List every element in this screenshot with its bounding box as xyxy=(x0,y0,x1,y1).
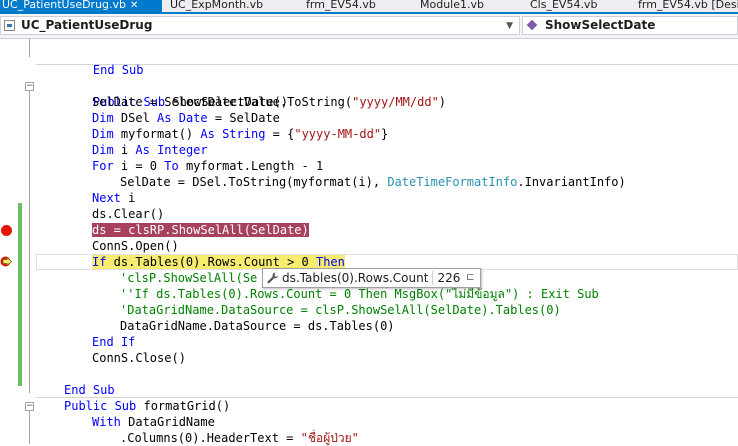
code-line: DataGridName.DataSource = ds.Tables(0) xyxy=(120,319,395,333)
code-line: End If xyxy=(92,335,136,349)
wrench-icon xyxy=(267,272,279,284)
code-line: Next i xyxy=(92,191,136,205)
navigation-bar: UC_PatientUseDrug ▼ ShowSelectDate xyxy=(0,14,738,39)
code-line: End Sub xyxy=(36,46,144,77)
code-line: With DataGridName xyxy=(92,415,215,429)
current-statement-arrow-icon[interactable] xyxy=(0,256,13,267)
collapse-icon[interactable]: − xyxy=(25,402,34,411)
datatip-value[interactable]: 226 xyxy=(432,271,463,285)
breakpoint-icon[interactable] xyxy=(1,225,12,236)
tab-frm-ev54[interactable]: frm_EV54.vb xyxy=(304,0,406,12)
collapse-icon[interactable]: − xyxy=(25,82,34,91)
code-line: Public Sub formatGrid() xyxy=(64,399,231,413)
tab-label: UC_ExpMonth.vb xyxy=(170,0,264,11)
outline-line xyxy=(29,411,30,444)
tab-label: UC_PatientUseDrug.vb xyxy=(2,0,127,11)
chevron-down-icon: ▼ xyxy=(506,21,513,31)
tab-label: frm_EV54.vb [Desig xyxy=(638,0,738,11)
code-line: End Sub xyxy=(64,383,115,397)
tab-label: frm_EV54.vb xyxy=(306,0,376,11)
code-line: For i = 0 To myformat.Length - 1 xyxy=(92,159,324,173)
close-icon[interactable]: ✕ xyxy=(130,0,138,11)
tab-frm-ev54-design[interactable]: frm_EV54.vb [Desig xyxy=(636,0,738,12)
code-line: Dim i As Integer xyxy=(92,143,208,157)
code-line: SelDate = SelectDate.Value.ToString("yyy… xyxy=(92,95,447,109)
code-line: 'clsP.ShowSelAll(Se xyxy=(120,271,258,285)
datatip-expression: ds.Tables(0).Rows.Count xyxy=(282,271,429,285)
outline-line xyxy=(29,91,30,393)
tab-cls-ev54[interactable]: Cls_EV54.vb xyxy=(528,0,620,12)
change-tracking-bar xyxy=(18,203,22,386)
class-dropdown[interactable]: UC_PatientUseDrug ▼ xyxy=(0,16,520,35)
tab-uc-expmonth[interactable]: UC_ExpMonth.vb xyxy=(168,0,290,12)
code-line: ConnS.Close() xyxy=(92,351,186,365)
code-line: 'DataGridName.DataSource = clsP.ShowSelA… xyxy=(120,303,561,317)
tab-module1[interactable]: Module1.vb xyxy=(418,0,510,12)
tab-label: Cls_EV54.vb xyxy=(530,0,598,11)
code-line: ''If ds.Tables(0).Rows.Count = 0 Then Ms… xyxy=(120,287,599,301)
breakpoint-highlight: ds = clsRP.ShowSelAll(SelDate) xyxy=(92,223,309,237)
code-line-breakpoint: ds = clsRP.ShowSelAll(SelDate) xyxy=(36,222,309,238)
string-literal: "yyyy/MM/dd" xyxy=(352,95,439,109)
current-statement-highlight: If ds.Tables(0).Rows.Count > 0 Then xyxy=(92,255,345,269)
code-line: ConnS.Open() xyxy=(92,239,179,253)
code-line: Dim DSel As Date = SelDate xyxy=(92,111,280,125)
vb-class-icon xyxy=(4,20,15,31)
outline-line xyxy=(29,39,30,57)
tab-uc-patientusedrug[interactable]: UC_PatientUseDrug.vb ✕ xyxy=(0,0,162,12)
document-tab-strip: UC_PatientUseDrug.vb ✕ UC_ExpMonth.vb frm… xyxy=(0,0,738,14)
code-line: Dim myformat() As String = {"yyyy-MM-dd"… xyxy=(92,127,389,141)
debugger-datatip[interactable]: ds.Tables(0).Rows.Count 226 ⊏ xyxy=(262,268,482,288)
glyph-margin[interactable] xyxy=(0,39,18,444)
code-editor[interactable]: − − End Sub Public Sub ShowSelectDate() … xyxy=(0,39,738,445)
code-line: SelDate = DSel.ToString(myformat(i), Dat… xyxy=(120,175,626,189)
code-line: ds.Clear() xyxy=(92,207,165,221)
method-icon xyxy=(526,19,538,31)
pin-icon[interactable]: ⊏ xyxy=(463,271,477,285)
code-text: End Sub xyxy=(92,63,144,77)
class-dropdown-value: UC_PatientUseDrug xyxy=(21,18,153,32)
member-dropdown[interactable]: ShowSelectDate xyxy=(522,16,738,35)
member-dropdown-value: ShowSelectDate xyxy=(545,18,656,32)
code-line: Public Sub ShowSelectDate() xyxy=(92,95,288,109)
tab-label: Module1.vb xyxy=(420,0,484,11)
